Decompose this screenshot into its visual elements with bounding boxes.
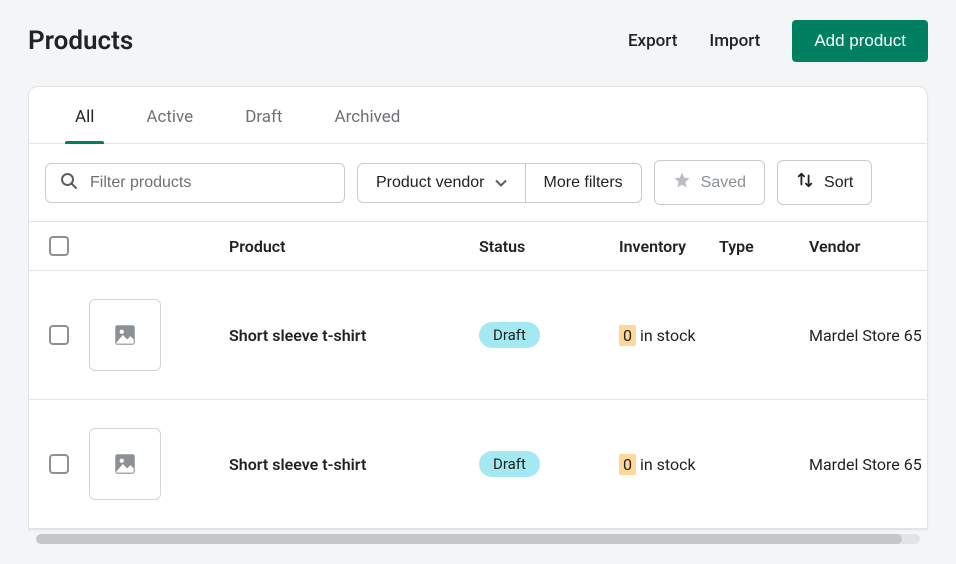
filter-products-input[interactable] (45, 163, 345, 203)
row-checkbox[interactable] (49, 325, 69, 345)
tabs: All Active Draft Archived (29, 87, 927, 144)
saved-label: Saved (701, 174, 746, 192)
search-icon (59, 171, 79, 195)
add-product-button[interactable]: Add product (792, 20, 928, 62)
select-all-checkbox[interactable] (49, 236, 69, 256)
caret-down-icon (495, 174, 507, 192)
status-badge: Draft (479, 451, 540, 477)
table-header: Product Status Inventory Type Vendor (29, 221, 927, 271)
table-row[interactable]: Short sleeve t-shirt Draft 0 in stock Ma… (29, 400, 927, 529)
more-filters-button[interactable]: More filters (526, 163, 642, 203)
vendor-cell: Mardel Store 65 (809, 455, 928, 474)
export-link[interactable]: Export (628, 31, 677, 51)
product-thumbnail (89, 428, 161, 500)
sort-icon (796, 171, 814, 194)
row-checkbox[interactable] (49, 454, 69, 474)
sort-button[interactable]: Sort (777, 160, 872, 205)
product-name: Short sleeve t-shirt (229, 455, 479, 474)
col-product: Product (229, 237, 479, 256)
col-status: Status (479, 237, 619, 256)
col-vendor: Vendor (809, 237, 928, 256)
tab-all[interactable]: All (49, 87, 120, 143)
status-badge: Draft (479, 322, 540, 348)
tab-draft[interactable]: Draft (219, 87, 308, 143)
product-name: Short sleeve t-shirt (229, 326, 479, 345)
product-thumbnail (89, 299, 161, 371)
import-link[interactable]: Import (709, 31, 760, 51)
sort-label: Sort (824, 174, 853, 192)
tab-archived[interactable]: Archived (309, 87, 427, 143)
vendor-filter-label: Product vendor (376, 174, 485, 192)
inventory-cell: 0 in stock (619, 455, 719, 474)
page-title: Products (28, 26, 133, 56)
product-vendor-filter[interactable]: Product vendor (357, 163, 526, 203)
col-inventory: Inventory (619, 237, 719, 256)
tab-active[interactable]: Active (120, 87, 219, 143)
saved-searches-button[interactable]: Saved (654, 160, 765, 205)
horizontal-scrollbar[interactable] (36, 534, 920, 544)
star-icon (673, 171, 691, 194)
col-type: Type (719, 237, 809, 256)
inventory-cell: 0 in stock (619, 326, 719, 345)
vendor-cell: Mardel Store 65 (809, 326, 928, 345)
table-row[interactable]: Short sleeve t-shirt Draft 0 in stock Ma… (29, 271, 927, 400)
